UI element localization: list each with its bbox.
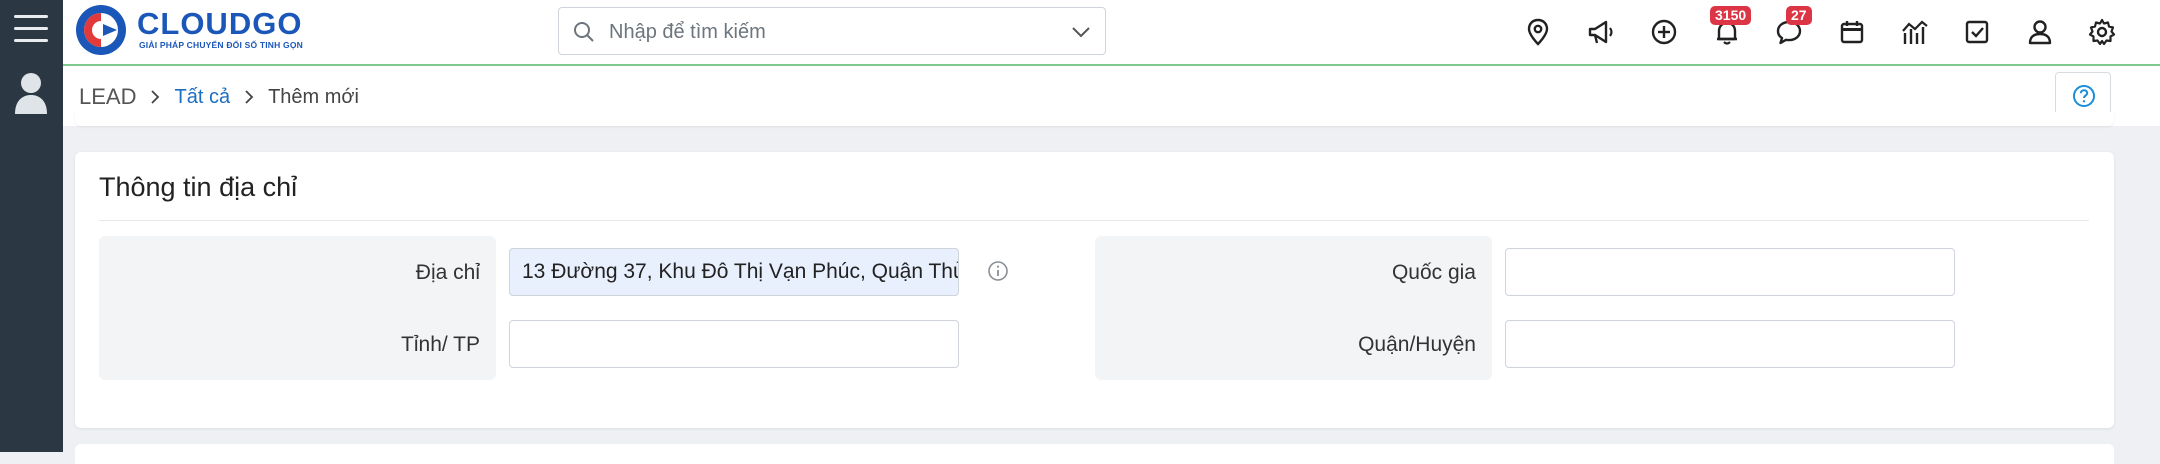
chat-count-badge: 27: [1786, 6, 1812, 25]
left-rail: [0, 0, 63, 452]
search-box[interactable]: [558, 7, 1106, 55]
logo-brand: CLOUDGO: [137, 6, 303, 41]
chevron-right-icon: [245, 90, 254, 104]
breadcrumb-module[interactable]: LEAD: [79, 84, 136, 110]
analytics-chart-icon[interactable]: [1900, 17, 1930, 47]
notification-count-badge: 3150: [1710, 6, 1752, 25]
add-circle-icon[interactable]: [1649, 17, 1679, 47]
section-divider: [99, 220, 2089, 221]
chevron-right-icon: [151, 90, 160, 104]
search-input[interactable]: [607, 17, 1031, 47]
user-profile-icon[interactable]: [2025, 17, 2055, 47]
district-label: Quận/Huyện: [1358, 333, 1476, 356]
cloudgo-logo-icon: [76, 5, 126, 55]
megaphone-icon[interactable]: [1586, 17, 1616, 47]
breadcrumb-current: Thêm mới: [268, 85, 359, 108]
top-bar: CLOUDGO GIẢI PHÁP CHUYỂN ĐỔI SỐ TINH GỌN…: [63, 0, 2160, 66]
chevron-down-icon[interactable]: [1071, 23, 1091, 41]
left-label-panel: [99, 236, 496, 380]
user-avatar-icon[interactable]: [13, 72, 49, 114]
info-icon[interactable]: [987, 260, 1009, 282]
calendar-icon[interactable]: [1837, 17, 1867, 47]
logo-tagline: GIẢI PHÁP CHUYỂN ĐỔI SỐ TINH GỌN: [139, 40, 303, 50]
address-label: Địa chỉ: [415, 261, 480, 284]
company-logo[interactable]: CLOUDGO GIẢI PHÁP CHUYỂN ĐỔI SỐ TINH GỌN: [73, 2, 313, 58]
help-question-icon: [2073, 85, 2095, 107]
location-pin-icon[interactable]: [1523, 17, 1553, 47]
right-label-panel: [1095, 236, 1492, 380]
address-section-card: Thông tin địa chỉ Địa chỉ 13 Đường 37, K…: [75, 152, 2114, 428]
breadcrumb: LEAD Tất cả Thêm mới: [79, 84, 359, 110]
settings-gear-icon[interactable]: [2087, 17, 2117, 47]
district-field[interactable]: [1505, 320, 1955, 368]
country-field[interactable]: [1505, 248, 1955, 296]
province-field[interactable]: [509, 320, 959, 368]
next-section-card: [75, 444, 2114, 464]
previous-section-card: [75, 112, 2114, 126]
province-label: Tỉnh/ TP: [401, 333, 480, 356]
search-icon: [574, 22, 594, 42]
section-title: Thông tin địa chỉ: [99, 172, 298, 202]
country-label: Quốc gia: [1391, 261, 1476, 284]
breadcrumb-all-link[interactable]: Tất cả: [174, 86, 230, 109]
menu-icon[interactable]: [14, 15, 48, 45]
address-field[interactable]: 13 Đường 37, Khu Đô Thị Vạn Phúc, Quận T…: [509, 248, 959, 296]
task-checkbox-icon[interactable]: [1962, 17, 1992, 47]
